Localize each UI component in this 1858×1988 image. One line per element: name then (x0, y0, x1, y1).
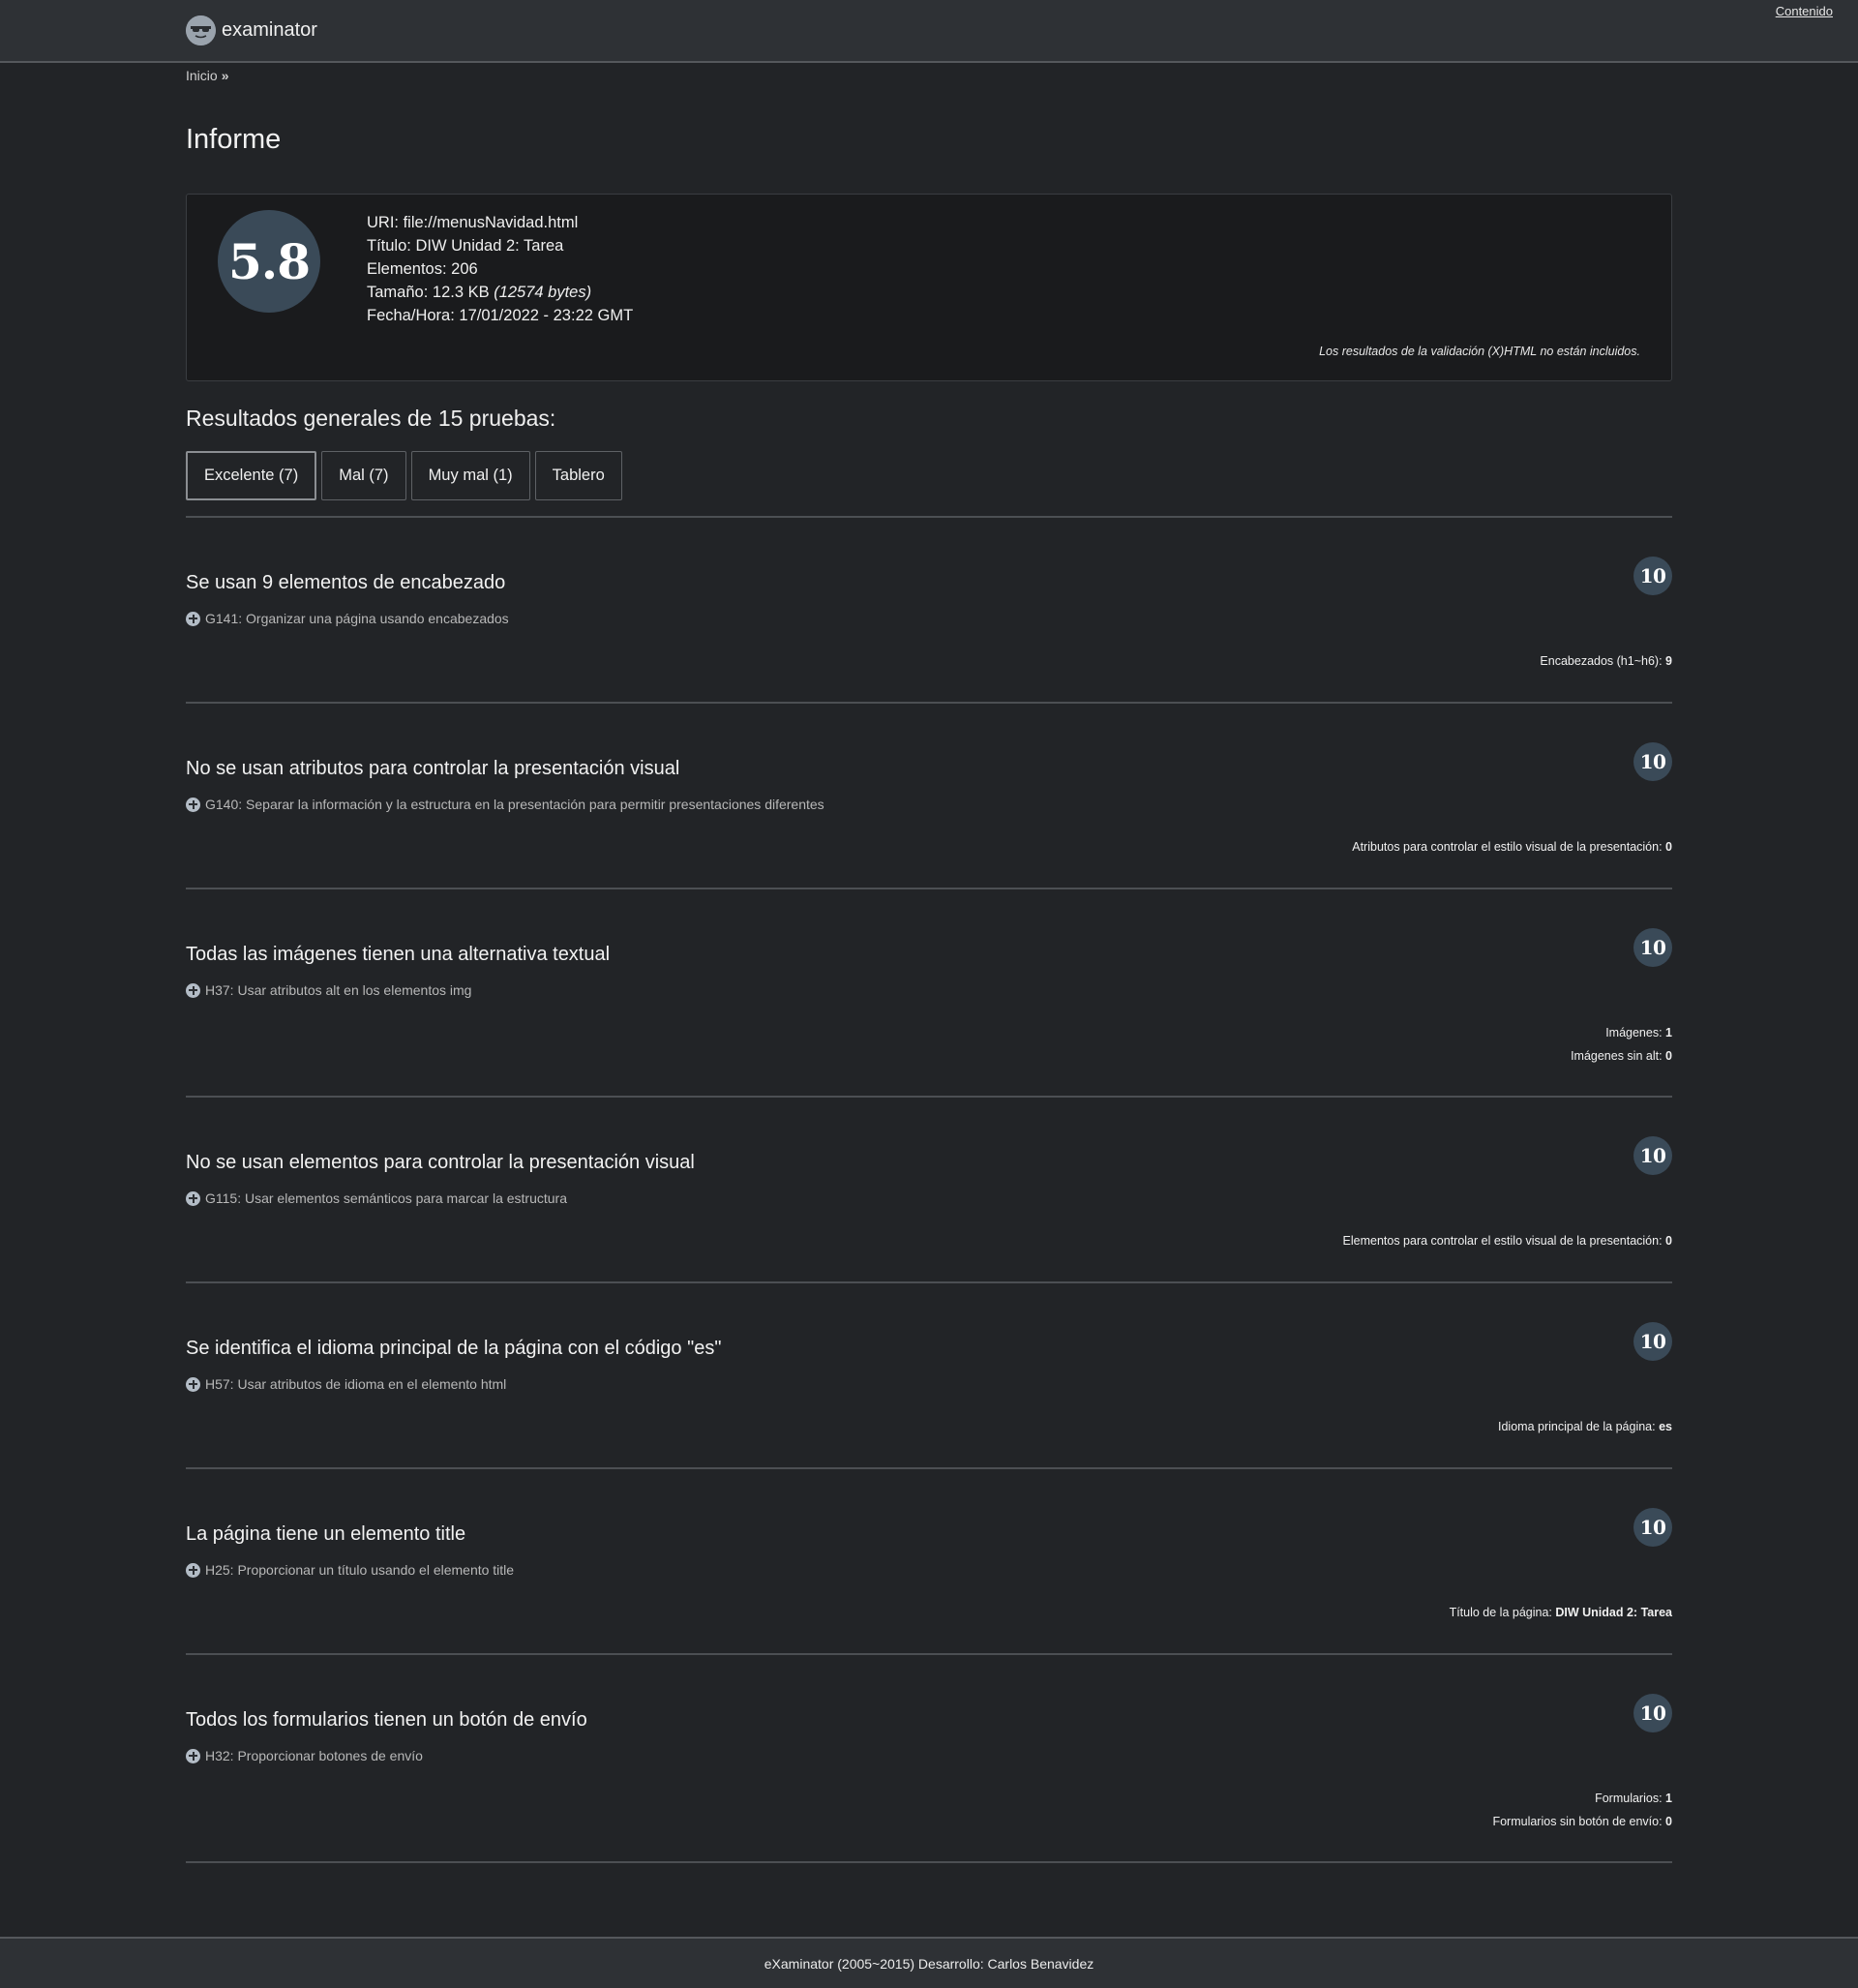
test-technique-toggle[interactable]: H32: Proporcionar botones de envío (186, 1748, 423, 1763)
summary-panel: 5.8 URI: file://menusNavidad.html Título… (186, 194, 1672, 381)
plus-circle-icon (186, 982, 200, 998)
validation-note: Los resultados de la validación (X)HTML … (1319, 345, 1640, 358)
plus-circle-icon (186, 1562, 200, 1578)
test-technique-toggle[interactable]: G141: Organizar una página usando encabe… (186, 611, 509, 626)
test-results-list: Se usan 9 elementos de encabezado G141: … (186, 518, 1672, 1863)
test-technique: G115: Usar elementos semánticos para mar… (205, 1190, 568, 1206)
breadcrumb: Inicio» (186, 68, 228, 83)
breadcrumb-separator: » (221, 68, 229, 83)
test-technique-toggle[interactable]: H57: Usar atributos de idioma en el elem… (186, 1376, 506, 1392)
metric-row: Elementos para controlar el estilo visua… (1342, 1234, 1672, 1248)
test-score-badge: 10 (1633, 1322, 1672, 1361)
title-row: Título: DIW Unidad 2: Tarea (367, 237, 564, 255)
datetime-row: Fecha/Hora: 17/01/2022 - 23:22 GMT (367, 307, 634, 324)
test-metrics: Atributos para controlar el estilo visua… (1352, 835, 1672, 858)
test-technique-toggle[interactable]: H37: Usar atributos alt en los elementos… (186, 982, 471, 998)
report-metadata: URI: file://menusNavidad.html Título: DI… (367, 211, 633, 327)
test-result: La página tiene un elemento title H25: P… (186, 1469, 1672, 1655)
plus-circle-icon (186, 797, 200, 812)
results-filter-tabs: Excelente (7) Mal (7) Muy mal (1) Tabler… (186, 451, 622, 500)
test-metrics: Imágenes: 1 Imágenes sin alt: 0 (1571, 1021, 1672, 1068)
test-score-badge: 10 (1633, 557, 1672, 595)
test-technique: H37: Usar atributos alt en los elementos… (205, 982, 472, 998)
plus-circle-icon (186, 1190, 200, 1206)
test-score-badge: 10 (1633, 1136, 1672, 1175)
test-technique-toggle[interactable]: H25: Proporcionar un título usando el el… (186, 1562, 514, 1578)
tab-tablero[interactable]: Tablero (534, 451, 622, 500)
test-metrics: Título de la página: DIW Unidad 2: Tarea (1450, 1601, 1672, 1624)
test-technique: H32: Proporcionar botones de envío (205, 1748, 423, 1763)
results-heading: Resultados generales de 15 pruebas: (186, 406, 556, 431)
test-technique: G140: Separar la información y la estruc… (205, 797, 824, 812)
test-result: Todos los formularios tienen un botón de… (186, 1655, 1672, 1863)
test-result: No se usan atributos para controlar la p… (186, 704, 1672, 889)
test-score-badge: 10 (1633, 928, 1672, 967)
elements-value: 206 (451, 260, 478, 278)
test-title: Todas las imágenes tienen una alternativ… (186, 944, 611, 965)
brand-name: examinator (222, 18, 317, 41)
brand-link[interactable]: examinator (186, 15, 317, 45)
test-title: Se usan 9 elementos de encabezado (186, 572, 506, 593)
size-value: 12.3 KB (432, 284, 490, 301)
size-row: Tamaño: 12.3 KB (12574 bytes) (367, 284, 592, 301)
metric-row: Imágenes: 1 (1605, 1026, 1672, 1039)
metric-row: Formularios sin botón de envío: 0 (1492, 1815, 1672, 1828)
test-title: Todos los formularios tienen un botón de… (186, 1709, 587, 1731)
examinator-logo-icon (186, 15, 216, 45)
breadcrumb-home-link[interactable]: Inicio (186, 68, 218, 83)
tab-excelente[interactable]: Excelente (7) (186, 451, 317, 500)
footer-credits: eXaminator (2005~2015) Desarrollo: Carlo… (764, 1955, 1094, 1972)
uri-row: URI: file://menusNavidad.html (367, 214, 579, 231)
page-title: Informe (186, 124, 282, 155)
metric-row: Atributos para controlar el estilo visua… (1352, 840, 1672, 854)
footer: eXaminator (2005~2015) Desarrollo: Carlo… (0, 1937, 1858, 1988)
metric-row: Encabezados (h1~h6): 9 (1540, 654, 1672, 668)
metric-row: Imágenes sin alt: 0 (1571, 1049, 1672, 1063)
test-technique: H25: Proporcionar un título usando el el… (205, 1562, 515, 1578)
test-technique-toggle[interactable]: G140: Separar la información y la estruc… (186, 797, 824, 812)
tab-muy-mal[interactable]: Muy mal (1) (410, 451, 530, 500)
uri-value: file://menusNavidad.html (403, 214, 579, 231)
test-score-badge: 10 (1633, 1508, 1672, 1547)
top-bar: examinator Contenido (0, 0, 1858, 63)
size-bytes: (12574 bytes) (494, 284, 592, 301)
test-result: No se usan elementos para controlar la p… (186, 1098, 1672, 1283)
test-technique-toggle[interactable]: G115: Usar elementos semánticos para mar… (186, 1190, 567, 1206)
metric-row: Idioma principal de la página: es (1498, 1420, 1672, 1433)
plus-circle-icon (186, 611, 200, 626)
test-technique: G141: Organizar una página usando encabe… (205, 611, 509, 626)
metric-row: Título de la página: DIW Unidad 2: Tarea (1449, 1606, 1672, 1619)
overall-score-badge: 5.8 (218, 210, 320, 313)
test-title: No se usan atributos para controlar la p… (186, 758, 680, 779)
datetime-value: 17/01/2022 - 23:22 GMT (459, 307, 634, 324)
test-metrics: Formularios: 1 Formularios sin botón de … (1492, 1787, 1672, 1833)
metric-row: Formularios: 1 (1595, 1792, 1672, 1805)
test-title: No se usan elementos para controlar la p… (186, 1152, 695, 1173)
test-title: Se identifica el idioma principal de la … (186, 1338, 722, 1359)
test-score-badge: 10 (1633, 1694, 1672, 1732)
test-score-badge: 10 (1633, 742, 1672, 781)
tab-mal[interactable]: Mal (7) (321, 451, 406, 500)
test-technique: H57: Usar atributos de idioma en el elem… (205, 1376, 507, 1392)
test-metrics: Encabezados (h1~h6): 9 (1540, 649, 1672, 673)
test-result: Todas las imágenes tienen una alternativ… (186, 889, 1672, 1098)
test-result: Se identifica el idioma principal de la … (186, 1283, 1672, 1469)
skip-to-content-link[interactable]: Contenido (1776, 4, 1833, 18)
test-result: Se usan 9 elementos de encabezado G141: … (186, 518, 1672, 704)
plus-circle-icon (186, 1376, 200, 1392)
test-title: La página tiene un elemento title (186, 1523, 466, 1545)
elements-row: Elementos: 206 (367, 260, 478, 278)
plus-circle-icon (186, 1748, 200, 1763)
title-value: DIW Unidad 2: Tarea (415, 237, 564, 255)
test-metrics: Idioma principal de la página: es (1498, 1415, 1672, 1438)
test-metrics: Elementos para controlar el estilo visua… (1343, 1229, 1672, 1252)
